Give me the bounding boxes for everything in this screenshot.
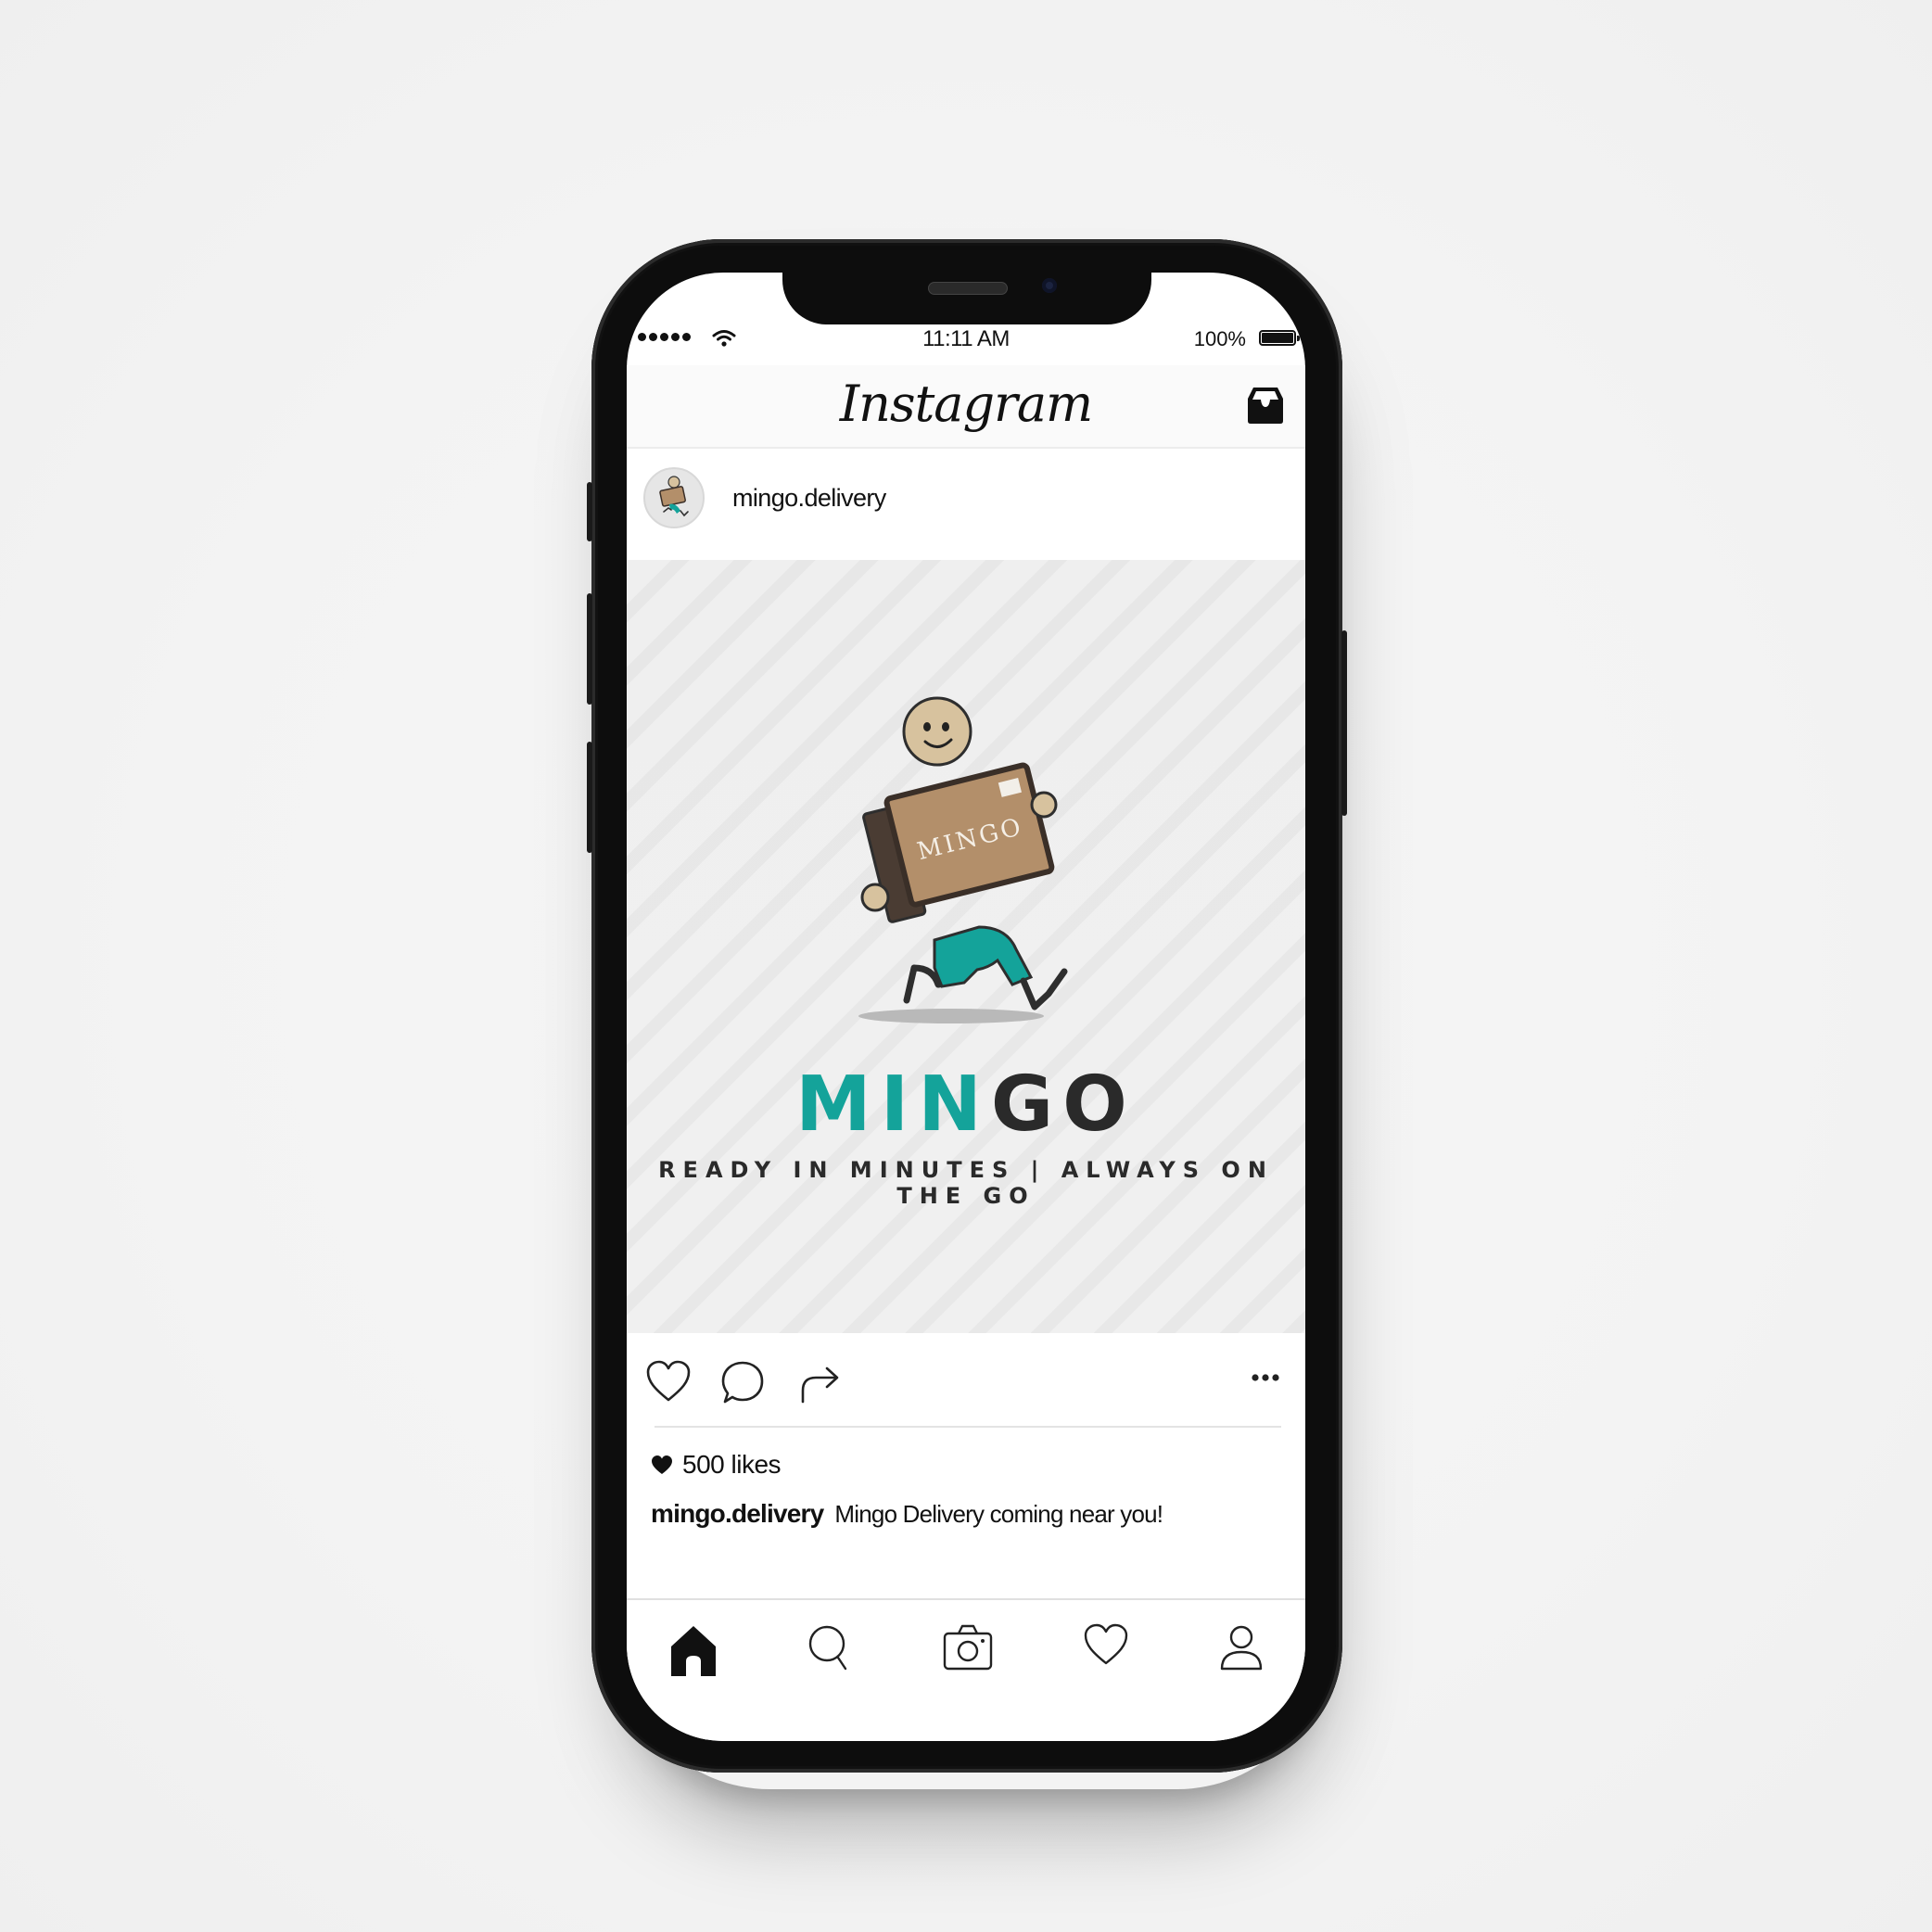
action-divider	[655, 1426, 1281, 1428]
likes-count[interactable]: 500 likes	[651, 1450, 782, 1480]
activity-heart-icon[interactable]	[1083, 1622, 1129, 1667]
mascot-left-hand	[860, 883, 890, 912]
post-action-bar	[627, 1333, 1305, 1426]
brand-wordmark: MINGO	[627, 1061, 1305, 1149]
side-button-volume-down	[587, 742, 592, 853]
notch	[782, 273, 1151, 324]
home-icon[interactable]	[667, 1622, 719, 1678]
profile-icon[interactable]	[1218, 1622, 1265, 1672]
caption-text: Mingo Delivery coming near you!	[834, 1500, 1163, 1528]
brand-tagline: READY IN MINUTES | ALWAYS ON THE GO	[658, 1157, 1274, 1209]
phone-screen: 11:11 AM 100% Instagram mingo.delivery M…	[627, 273, 1305, 1741]
mascot-shorts	[933, 925, 1034, 988]
instagram-logo[interactable]: Instagram	[627, 375, 1305, 433]
filled-heart-icon	[652, 1455, 672, 1474]
side-button-silent	[587, 482, 592, 541]
post-caption: mingo.delivery Mingo Delivery coming near…	[651, 1499, 1163, 1529]
comment-bubble-icon[interactable]	[719, 1359, 766, 1405]
avatar-mascot-image	[659, 476, 689, 517]
speaker-grille	[928, 282, 1008, 295]
mingo-mascot-illustration: MINGO	[858, 696, 1068, 1023]
mascot-shadow	[858, 1009, 1044, 1023]
likes-text: 500 likes	[682, 1450, 782, 1479]
front-camera	[1042, 278, 1057, 293]
side-button-volume-up	[587, 593, 592, 705]
post-image[interactable]: MINGO MINGO READY IN MINUTES | ALWAYS ON…	[627, 560, 1305, 1333]
battery-percent: 100%	[1193, 327, 1246, 350]
brand-wordmark-go: GO	[990, 1061, 1137, 1149]
search-icon[interactable]	[807, 1622, 853, 1672]
post-username[interactable]: mingo.delivery	[732, 484, 886, 513]
more-dots-icon[interactable]	[1250, 1372, 1281, 1383]
status-bar: 11:11 AM 100%	[627, 324, 1305, 352]
camera-icon[interactable]	[942, 1622, 994, 1672]
side-button-power	[1341, 630, 1347, 816]
share-arrow-icon[interactable]	[797, 1359, 844, 1405]
mascot-head	[902, 696, 972, 767]
brand-wordmark-min: MIN	[795, 1061, 991, 1149]
heart-outline-icon[interactable]	[645, 1359, 692, 1404]
mascot-right-hand	[1030, 791, 1058, 819]
battery-icon	[1259, 330, 1300, 346]
app-header: Instagram	[627, 365, 1305, 449]
caption-username[interactable]: mingo.delivery	[651, 1499, 824, 1528]
avatar[interactable]	[643, 467, 705, 528]
inbox-tray-icon[interactable]	[1242, 382, 1289, 428]
bottom-tab-bar	[627, 1598, 1305, 1741]
post-header: mingo.delivery	[627, 449, 1305, 554]
